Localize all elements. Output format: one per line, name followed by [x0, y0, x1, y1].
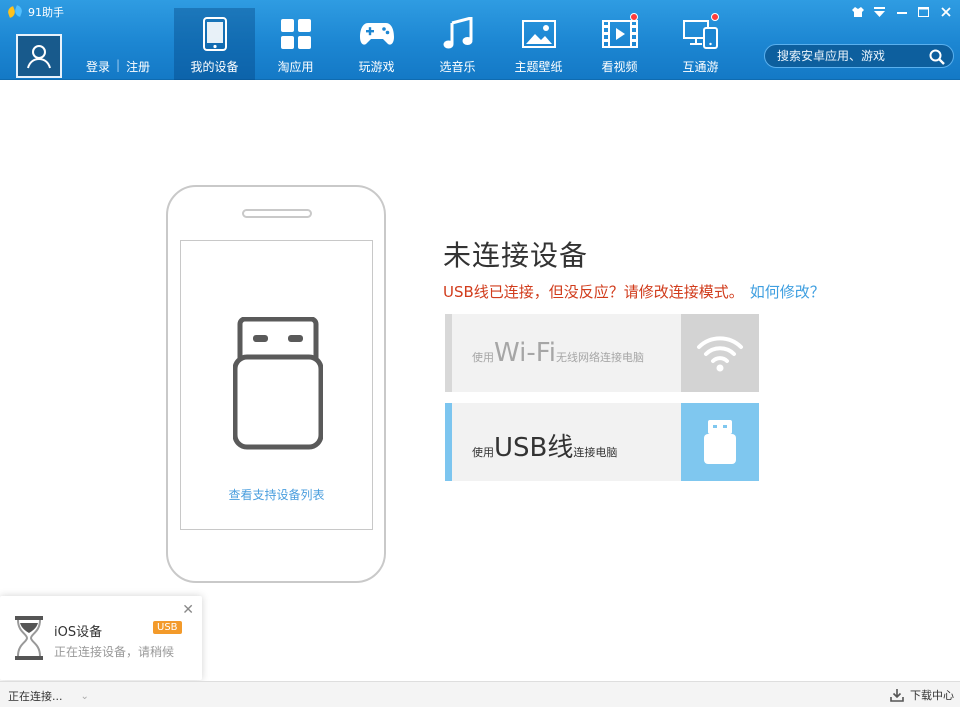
login-link[interactable]: 登录: [86, 58, 110, 75]
nav-label: 我的设备: [190, 60, 239, 74]
film-icon: [601, 20, 638, 48]
search-box: [764, 44, 954, 68]
download-icon: [890, 689, 904, 702]
app-logo-icon: [8, 6, 24, 18]
avatar[interactable]: [16, 34, 62, 78]
chevron-down-icon[interactable]: ⌄: [81, 691, 89, 702]
option-accent-bar: [445, 314, 452, 392]
main-nav: 我的设备 淘应用 玩游戏 选音乐 主题壁纸 看视频 互通游: [174, 8, 741, 80]
app-title: 91助手: [28, 6, 64, 19]
option-prefix: 使用: [472, 446, 494, 459]
nav-item-sync-games[interactable]: 互通游: [660, 8, 741, 80]
nav-item-music[interactable]: 选音乐: [417, 8, 498, 80]
option-main-text: USB线: [494, 433, 574, 463]
status-bar: 正在连接... ⌄ 下载中心: [0, 681, 960, 707]
window-controls: [851, 6, 952, 18]
usb-drive-icon: [233, 317, 323, 450]
wifi-option-icon-box: [681, 314, 759, 392]
wifi-option-label: 使用Wi-Fi无线网络连接电脑: [472, 338, 644, 368]
top-header: 91助手 登录 | 注册 我的设备 淘应用 玩游戏 选音乐 主题壁纸 看视频 互…: [0, 0, 960, 80]
status-message: USB线已连接，但没反应？请修改连接模式。 如何修改？: [443, 281, 825, 302]
download-center-button[interactable]: 下载中心: [890, 687, 954, 703]
usb-option-icon-box: [681, 403, 759, 481]
toast-subtitle: 正在连接设备，请稍候: [54, 645, 175, 659]
nav-label: 看视频: [601, 60, 638, 74]
notification-dot: [711, 13, 719, 21]
toast-title: iOS设备: [54, 625, 103, 640]
hourglass-icon: [15, 616, 43, 660]
status-bar-left: 正在连接... ⌄: [8, 688, 89, 704]
multi-device-icon: [682, 20, 718, 49]
picture-icon: [521, 20, 556, 48]
option-main-text: Wi-Fi: [494, 338, 557, 368]
option-accent-bar: [445, 403, 452, 481]
notification-dot: [630, 13, 638, 21]
phone-illustration: 查看支持设备列表: [166, 185, 386, 583]
wifi-connect-option[interactable]: 使用Wi-Fi无线网络连接电脑: [445, 314, 759, 392]
search-icon[interactable]: [929, 49, 945, 65]
phone-screen: 查看支持设备列表: [180, 240, 373, 530]
maximize-icon[interactable]: [917, 6, 930, 18]
nav-label: 选音乐: [439, 60, 476, 74]
gamepad-icon: [359, 23, 394, 45]
option-suffix: 连接电脑: [573, 446, 618, 459]
apps-grid-icon: [280, 19, 311, 49]
menu-dropdown-icon[interactable]: [873, 6, 886, 18]
close-icon[interactable]: [939, 6, 952, 18]
toast-close-icon[interactable]: ✕: [182, 602, 194, 618]
connecting-toast: ✕ iOS设备 USB 正在连接设备，请稍候: [0, 596, 202, 680]
nav-label: 玩游戏: [358, 60, 395, 74]
minimize-icon[interactable]: [895, 6, 908, 18]
nav-label: 主题壁纸: [514, 60, 563, 74]
login-separator: |: [116, 58, 121, 72]
nav-item-video[interactable]: 看视频: [579, 8, 660, 80]
register-link[interactable]: 注册: [126, 58, 150, 75]
support-device-list-link[interactable]: 查看支持设备列表: [181, 486, 372, 503]
usb-option-label: 使用USB线连接电脑: [472, 427, 617, 464]
status-message-text: USB线已连接，但没反应？请修改连接模式。: [443, 283, 744, 301]
music-note-icon: [443, 17, 472, 49]
app-title-bar: 91助手: [8, 4, 64, 20]
nav-label: 互通游: [682, 60, 719, 74]
nav-item-games[interactable]: 玩游戏: [336, 8, 417, 80]
user-icon: [27, 45, 51, 69]
usb-badge: USB: [153, 621, 182, 634]
nav-item-apps[interactable]: 淘应用: [255, 8, 336, 80]
how-to-modify-link[interactable]: 如何修改？: [750, 283, 825, 301]
connection-status-text: 正在连接...: [8, 690, 63, 703]
status-title: 未连接设备: [443, 239, 589, 272]
phone-icon: [202, 17, 227, 51]
option-prefix: 使用: [472, 351, 494, 364]
usb-drive-icon: [704, 420, 736, 464]
phone-speaker: [242, 209, 312, 218]
usb-connect-option[interactable]: 使用USB线连接电脑: [445, 403, 759, 481]
skin-icon[interactable]: [851, 6, 864, 18]
download-center-label: 下载中心: [910, 689, 954, 702]
nav-item-wallpaper[interactable]: 主题壁纸: [498, 8, 579, 80]
wifi-icon: [697, 336, 743, 372]
search-input[interactable]: [777, 49, 927, 63]
login-links: 登录 | 注册: [86, 58, 150, 75]
nav-item-my-device[interactable]: 我的设备: [174, 8, 255, 80]
option-suffix: 无线网络连接电脑: [556, 351, 645, 364]
nav-label: 淘应用: [277, 60, 314, 74]
